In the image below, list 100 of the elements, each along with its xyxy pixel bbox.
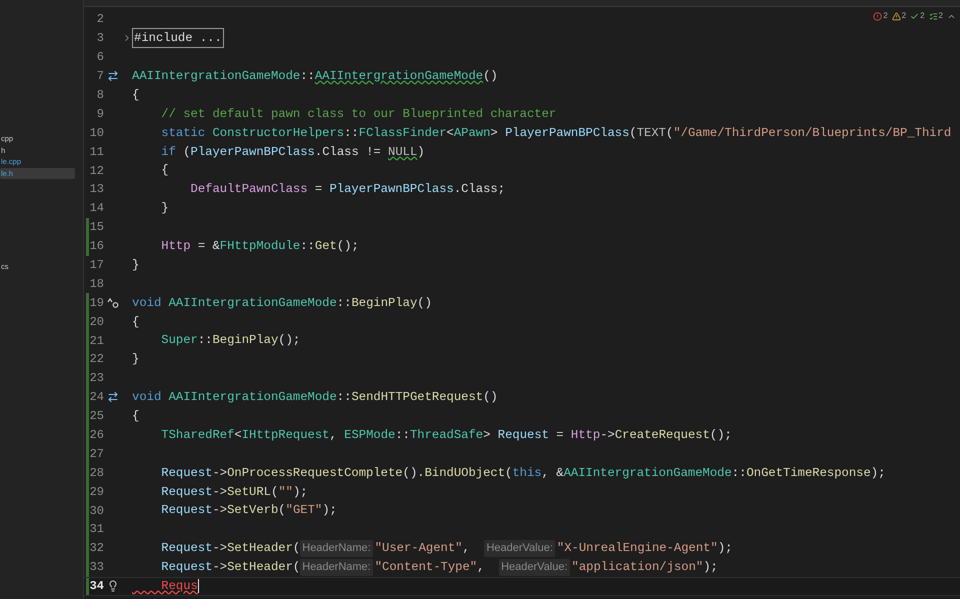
line-number: 20 (89, 314, 104, 331)
keyword: void (132, 294, 162, 312)
code-text: ( (270, 484, 278, 501)
variable-name: PlayerPawnBPClass (190, 144, 315, 161)
parameter-hint: HeaderValue: (484, 540, 555, 557)
list-check-icon (928, 12, 938, 20)
code-text: :: (344, 124, 359, 142)
code-text: ); (703, 559, 718, 576)
code-text: < (234, 426, 242, 444)
code-text: > (483, 426, 492, 444)
code-text: .Class; (454, 181, 506, 198)
parameter-hint: HeaderValue: (499, 559, 570, 576)
line-number: 7 (96, 68, 104, 86)
line-number: 21 (89, 332, 104, 350)
string-literal: "" (278, 484, 293, 501)
variable-name: Request (160, 559, 212, 576)
parameter-hint: HeaderName: (300, 540, 373, 557)
code-text: .Class != (314, 144, 382, 161)
code-text: < (446, 124, 454, 142)
keyword: static (160, 124, 206, 142)
function-name: BindUObject (424, 464, 506, 482)
code-text: , (477, 559, 486, 576)
type-name: TSharedRef (160, 426, 234, 444)
code-text: = & (196, 238, 220, 255)
line-number: 13 (89, 181, 104, 198)
string-literal: "X-UnrealEngine-Agent" (556, 540, 718, 558)
code-text: ( (505, 464, 512, 482)
code-text: :: (336, 294, 352, 312)
function-name: SendHTTPGetRequest (351, 389, 484, 406)
line-number: 17 (89, 257, 104, 274)
member-name: Http (570, 426, 600, 444)
lightbulb-icon[interactable] (107, 580, 119, 592)
variable-name: Request (160, 464, 212, 482)
variable-name: Request (160, 540, 212, 558)
variable-name: Request (498, 426, 549, 444)
type-name: APawn (454, 124, 490, 142)
line-number: 15 (89, 219, 104, 236)
code-text: { (132, 314, 140, 331)
line-number: 34 (89, 578, 104, 596)
variable-name: PlayerPawnBPClass (329, 181, 454, 198)
text-cursor (198, 579, 199, 594)
code-text: ); (870, 464, 886, 482)
function-name: BeginPlay (351, 294, 418, 312)
code-text: ); (292, 484, 308, 501)
code-text: ( (292, 540, 300, 558)
warning-icon (892, 12, 901, 20)
macro-name: NULL (388, 144, 418, 161)
code-comment: // set default pawn class to our Blueprinted character (160, 106, 556, 123)
variable-name: Request (160, 502, 212, 520)
code-text: ( (629, 124, 637, 142)
code-text: :: (300, 238, 315, 255)
code-text: () (483, 389, 498, 406)
code-text: () (483, 68, 498, 85)
line-number: 33 (89, 559, 104, 576)
line-number: 29 (89, 484, 104, 501)
type-name: AAIIntergrationGameMode (132, 68, 300, 85)
line-number: 8 (96, 87, 104, 104)
line-number: 2 (96, 11, 104, 28)
code-text: (); (278, 332, 300, 350)
collapsed-region: #include ... (132, 28, 224, 48)
member-name: DefaultPawnClass (190, 181, 308, 198)
line-number: 19 (89, 294, 104, 312)
code-text: (). (402, 464, 425, 482)
type-name: FClassFinder (358, 124, 447, 142)
type-name: ConstructorHelpers (211, 124, 344, 142)
function-name: SetVerb (227, 502, 278, 520)
code-text: ); (718, 540, 732, 558)
line-number: 23 (89, 370, 104, 388)
type-name: AAIIntergrationGameMode (168, 294, 337, 312)
code-text: , (462, 540, 471, 558)
code-text: :: (300, 68, 315, 85)
caret-circle-icon[interactable] (107, 296, 119, 309)
code-text: (); (336, 238, 359, 255)
type-name: AAIIntergrationGameMode (564, 464, 732, 482)
code-text: ( (278, 502, 286, 520)
code-text: } (132, 351, 140, 368)
string-literal: "application/json" (572, 559, 704, 576)
code-text: { (132, 86, 140, 104)
code-text: } (160, 200, 169, 218)
function-name: Get (314, 238, 337, 255)
function-name: OnGetTimeResponse (746, 464, 871, 482)
function-name: SetHeader (227, 540, 293, 558)
error-icon (873, 12, 882, 20)
swap-arrows-icon[interactable] (107, 70, 119, 82)
type-name: IHttpRequest (242, 426, 330, 444)
keyword: this (512, 464, 542, 482)
swap-arrows-icon[interactable] (107, 391, 119, 404)
problem-count: 2 (920, 10, 925, 22)
keyword: if (160, 144, 176, 161)
type-name: ThreadSafe (410, 426, 484, 444)
line-number: 3 (96, 30, 104, 48)
line-number: 28 (89, 464, 104, 482)
code-text: :: (198, 332, 212, 350)
code-text: , (330, 426, 338, 444)
code-text: -> (212, 484, 228, 501)
line-number: 6 (96, 49, 104, 66)
code-text: :: (336, 389, 352, 406)
code-text: ( (182, 144, 191, 161)
code-text: :: (395, 426, 410, 444)
member-name: Http (160, 238, 191, 255)
